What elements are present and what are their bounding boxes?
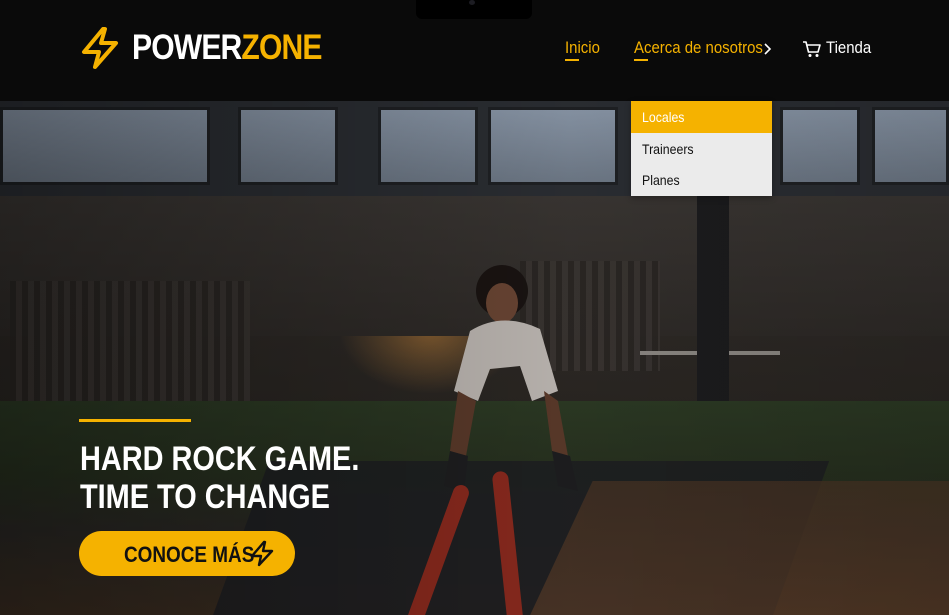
camera-notch	[416, 0, 532, 19]
hero-headline: HARD ROCK GAME. TIME TO CHANGE	[80, 440, 359, 516]
dropdown-item-label: Locales	[642, 109, 685, 125]
dropdown-item-locales[interactable]: Locales	[631, 101, 772, 133]
brand-part-1: POWER	[132, 28, 242, 67]
hero-accent-line	[79, 419, 191, 422]
chevron-right-icon[interactable]	[763, 43, 772, 55]
hero-headline-line-2: TIME TO CHANGE	[80, 478, 330, 516]
nav-underline	[565, 59, 579, 61]
site-header: POWERZONE Inicio Acerca de nosotros Tien…	[0, 0, 949, 101]
dropdown-item-label: Traineers	[642, 141, 694, 157]
dropdown-item-planes[interactable]: Planes	[631, 164, 772, 196]
nav-underline	[634, 59, 648, 61]
shopping-cart-icon[interactable]	[802, 40, 821, 58]
nav-link-acerca[interactable]: Acerca de nosotros	[634, 38, 763, 58]
brand-logo[interactable]: POWERZONE	[79, 24, 352, 72]
cta-label: CONOCE MÁS	[124, 542, 255, 567]
nav-link-inicio[interactable]: Inicio	[565, 38, 600, 58]
nav-link-tienda[interactable]: Tienda	[826, 38, 871, 58]
dropdown-item-traineers[interactable]: Traineers	[631, 133, 772, 165]
hero-headline-line-1: HARD ROCK GAME.	[80, 440, 360, 478]
lightning-bolt-icon	[82, 27, 118, 69]
brand-name: POWERZONE	[132, 28, 322, 68]
lightning-bolt-icon	[250, 540, 274, 567]
dropdown-item-label: Planes	[642, 172, 680, 188]
brand-part-2: ZONE	[241, 28, 322, 67]
about-dropdown-menu: Locales Traineers Planes	[631, 101, 772, 196]
